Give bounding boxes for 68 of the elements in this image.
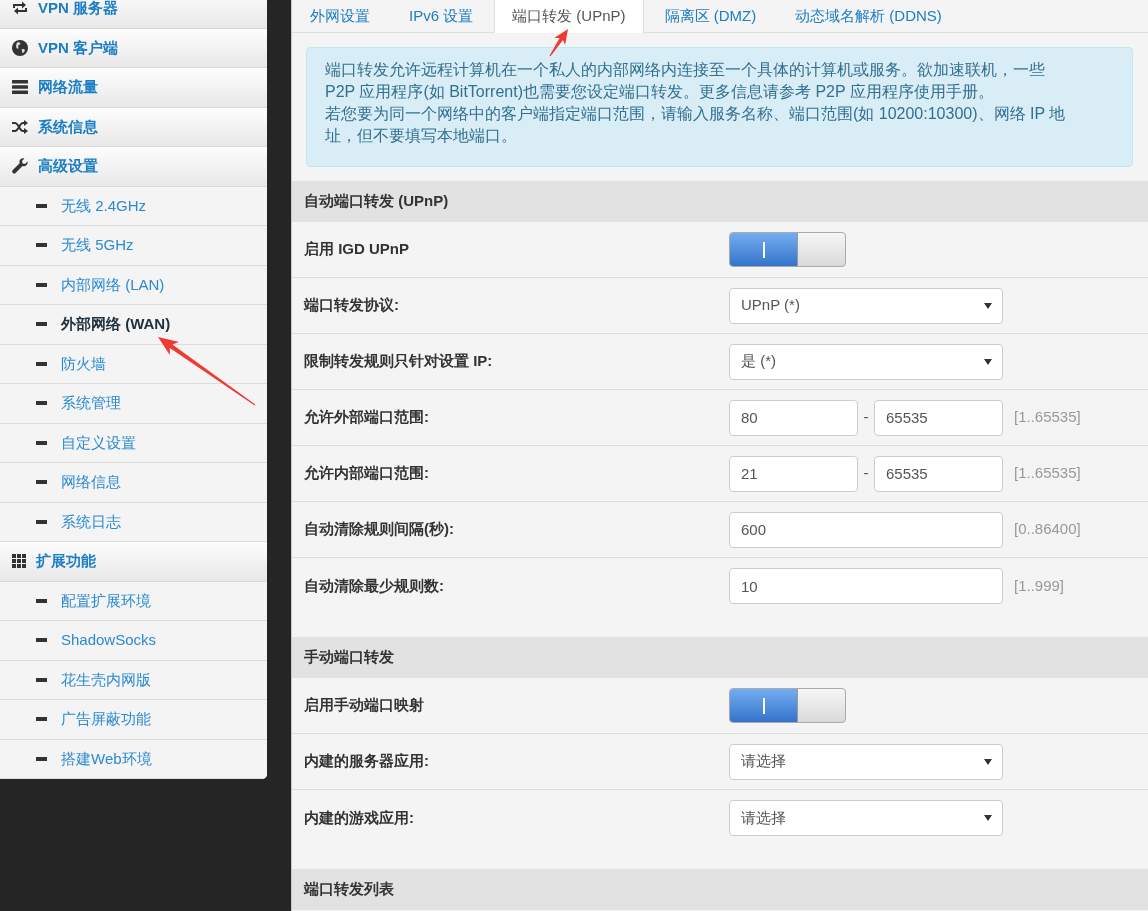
dash-icon bbox=[36, 203, 47, 208]
repeat-icon bbox=[12, 1, 28, 16]
field-label: 自动清除最少规则数: bbox=[304, 575, 444, 596]
dash-icon bbox=[36, 756, 47, 761]
notice-text: 若您要为同一个网络中的客户端指定端口范围，请输入服务名称、端口范围(如 10200:10300)、网络 IP 地址，但不要填写本地端口。 bbox=[325, 104, 1067, 146]
range-hint: [1..65535] bbox=[1014, 463, 1081, 484]
dash-icon bbox=[36, 440, 47, 445]
dash-icon bbox=[36, 361, 47, 366]
field-label: 允许外部端口范围: bbox=[304, 407, 429, 428]
caret-icon bbox=[984, 815, 992, 821]
dash-icon bbox=[36, 322, 47, 327]
toggle-switch[interactable] bbox=[729, 232, 846, 267]
dropdown[interactable]: 请选择 bbox=[729, 743, 1003, 780]
field-label: 内建的游戏应用: bbox=[304, 807, 414, 828]
port-input[interactable]: 21 bbox=[729, 455, 858, 492]
menu-item[interactable]: 高级设置 bbox=[0, 147, 267, 187]
number-input[interactable]: 10 bbox=[729, 568, 1003, 604]
notice-text: 端口转发允许远程计算机在一个私人的内部网络内连接至一个具体的计算机或服务。欲加速联机，一些 P2P 应用程序(如 BitTorrent)也需要您设定端口转发。更多信息请参考 P2P 应用程序使用手册。 bbox=[325, 60, 1046, 102]
field-label: 端口转发协议: bbox=[304, 295, 399, 316]
field-label: 允许内部端口范围: bbox=[304, 463, 429, 484]
range-separator: - bbox=[862, 407, 870, 428]
tab[interactable]: 端口转发 (UPnP) bbox=[494, 0, 644, 33]
menu-item[interactable]: 系统信息 bbox=[0, 107, 267, 147]
range-hint: [1..65535] bbox=[1014, 407, 1081, 428]
caret-icon bbox=[984, 302, 992, 309]
range-hint: [1..999] bbox=[1014, 575, 1065, 596]
stacked-bars-icon bbox=[12, 80, 28, 95]
port-input[interactable]: 80 bbox=[729, 399, 858, 436]
dash-icon bbox=[36, 717, 47, 722]
field-label: 自动清除规则间隔(秒): bbox=[304, 519, 454, 540]
tab[interactable]: 动态域名解析 (DDNS) bbox=[777, 0, 960, 32]
dash-icon bbox=[36, 401, 47, 406]
field-label: 限制转发规则只针对设置 IP: bbox=[304, 351, 493, 372]
field-label: 启用手动端口映射 bbox=[304, 695, 424, 716]
dash-icon bbox=[36, 598, 47, 603]
number-input[interactable]: 600 bbox=[729, 511, 1003, 548]
dropdown[interactable]: UPnP (*) bbox=[729, 287, 1003, 324]
tab[interactable]: 隔离区 (DMZ) bbox=[646, 0, 775, 32]
caret-icon bbox=[984, 358, 992, 365]
tab[interactable]: 外网设置 bbox=[292, 0, 388, 32]
section-header: 端口转发列表 bbox=[292, 869, 1148, 910]
dash-icon bbox=[36, 480, 47, 485]
section-header: 自动端口转发 (UPnP) bbox=[292, 181, 1148, 222]
dropdown[interactable]: 是 (*) bbox=[729, 343, 1003, 380]
caret-icon bbox=[984, 758, 992, 765]
port-input[interactable]: 65535 bbox=[874, 399, 1003, 436]
dash-icon bbox=[36, 282, 47, 287]
toggle-switch[interactable] bbox=[729, 688, 846, 723]
menu-item[interactable]: 扩展功能 bbox=[0, 542, 267, 582]
tab[interactable]: IPv6 设置 bbox=[391, 0, 492, 32]
dropdown[interactable]: 请选择 bbox=[729, 800, 1003, 836]
menu-item[interactable]: 网络流量 bbox=[0, 68, 267, 108]
wrench-icon bbox=[12, 158, 28, 175]
section-header: 手动端口转发 bbox=[292, 637, 1148, 678]
dash-icon bbox=[36, 677, 47, 682]
port-input[interactable]: 65535 bbox=[874, 455, 1003, 492]
menu-item[interactable]: VPN 客户端 bbox=[0, 28, 267, 68]
field-label: 内建的服务器应用: bbox=[304, 751, 429, 772]
shuffle-icon bbox=[12, 119, 28, 134]
dash-icon bbox=[36, 243, 47, 248]
range-separator: - bbox=[862, 463, 870, 484]
grid-icon bbox=[12, 554, 26, 569]
field-label: 启用 IGD UPnP bbox=[304, 239, 409, 260]
dash-icon bbox=[36, 638, 47, 643]
dash-icon bbox=[36, 519, 47, 524]
range-hint: [0..86400] bbox=[1014, 519, 1081, 540]
globe-icon bbox=[12, 39, 28, 56]
menu-item[interactable]: VPN 服务器 bbox=[0, 0, 267, 29]
